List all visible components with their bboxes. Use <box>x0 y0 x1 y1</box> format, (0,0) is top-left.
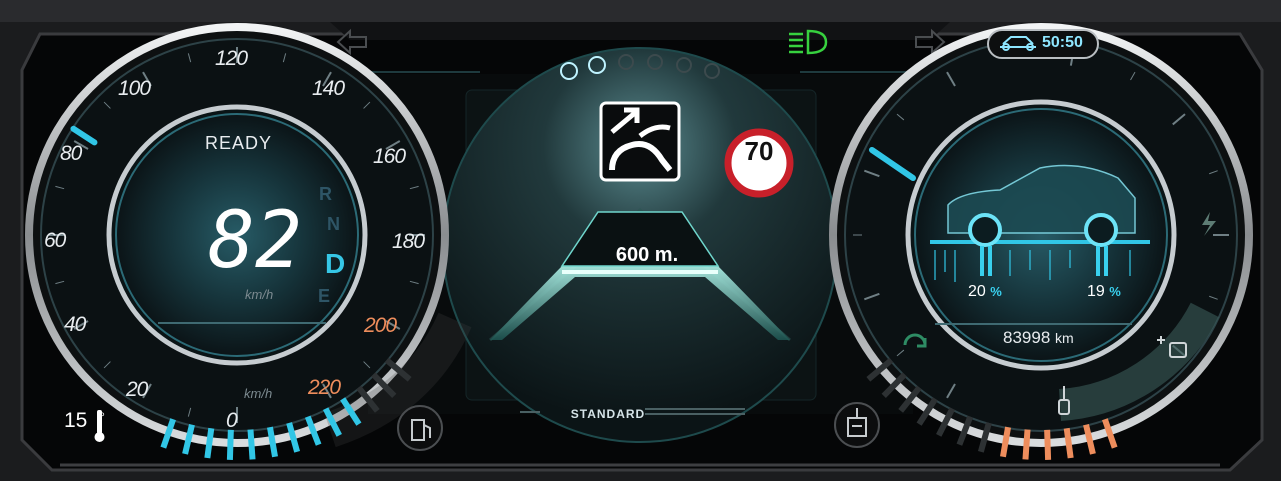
drive-mode: STANDARD <box>570 407 646 421</box>
speed-tick-140: 140 <box>312 77 345 100</box>
speed-tick-160: 160 <box>373 145 406 168</box>
speed-tick-220: 220 <box>308 376 341 399</box>
speed-readout: 82 <box>208 196 302 286</box>
instrument-cluster: READY 82 km/h km/h R N D E 0 20 40 60 80… <box>0 0 1281 481</box>
speed-tick-80: 80 <box>60 142 82 165</box>
tire-front-pressure: 20 % <box>968 283 1002 300</box>
gear-r: R <box>319 184 332 204</box>
speed-limit-value: 70 <box>744 136 774 166</box>
road-turn-icon <box>599 101 681 182</box>
level-segment <box>226 429 234 460</box>
speed-tick-120: 120 <box>215 47 248 70</box>
speed-tick-40: 40 <box>64 313 86 336</box>
level-segment <box>247 429 256 460</box>
fuel-pump-icon <box>397 405 443 451</box>
speed-tick-0: 0 <box>226 409 238 432</box>
gear-e: E <box>318 286 331 306</box>
trip-time: 50:50 <box>1042 34 1083 51</box>
speed-tick-20: 20 <box>126 378 148 401</box>
level-segment <box>1044 429 1052 460</box>
speed-tick-100: 100 <box>118 77 151 100</box>
odometer: 83998 km <box>1003 328 1074 347</box>
level-segment <box>1063 427 1074 459</box>
gear-d: D <box>325 248 346 279</box>
gear-n: N <box>327 214 340 234</box>
speed-tick-180: 180 <box>392 230 425 253</box>
tire-rear-pressure: 19 % <box>1087 283 1121 300</box>
turn-distance: 600 m. <box>615 244 679 266</box>
level-segment <box>204 427 215 459</box>
ready-status: READY <box>205 133 273 153</box>
outside-temperature: 15 ° <box>64 409 105 432</box>
speed-tick-60: 60 <box>44 229 66 252</box>
speed-unit-scale: km/h <box>244 386 273 401</box>
level-segment <box>1022 429 1031 460</box>
speed-unit-inner: km/h <box>245 287 274 302</box>
speed-tick-200: 200 <box>364 314 397 337</box>
